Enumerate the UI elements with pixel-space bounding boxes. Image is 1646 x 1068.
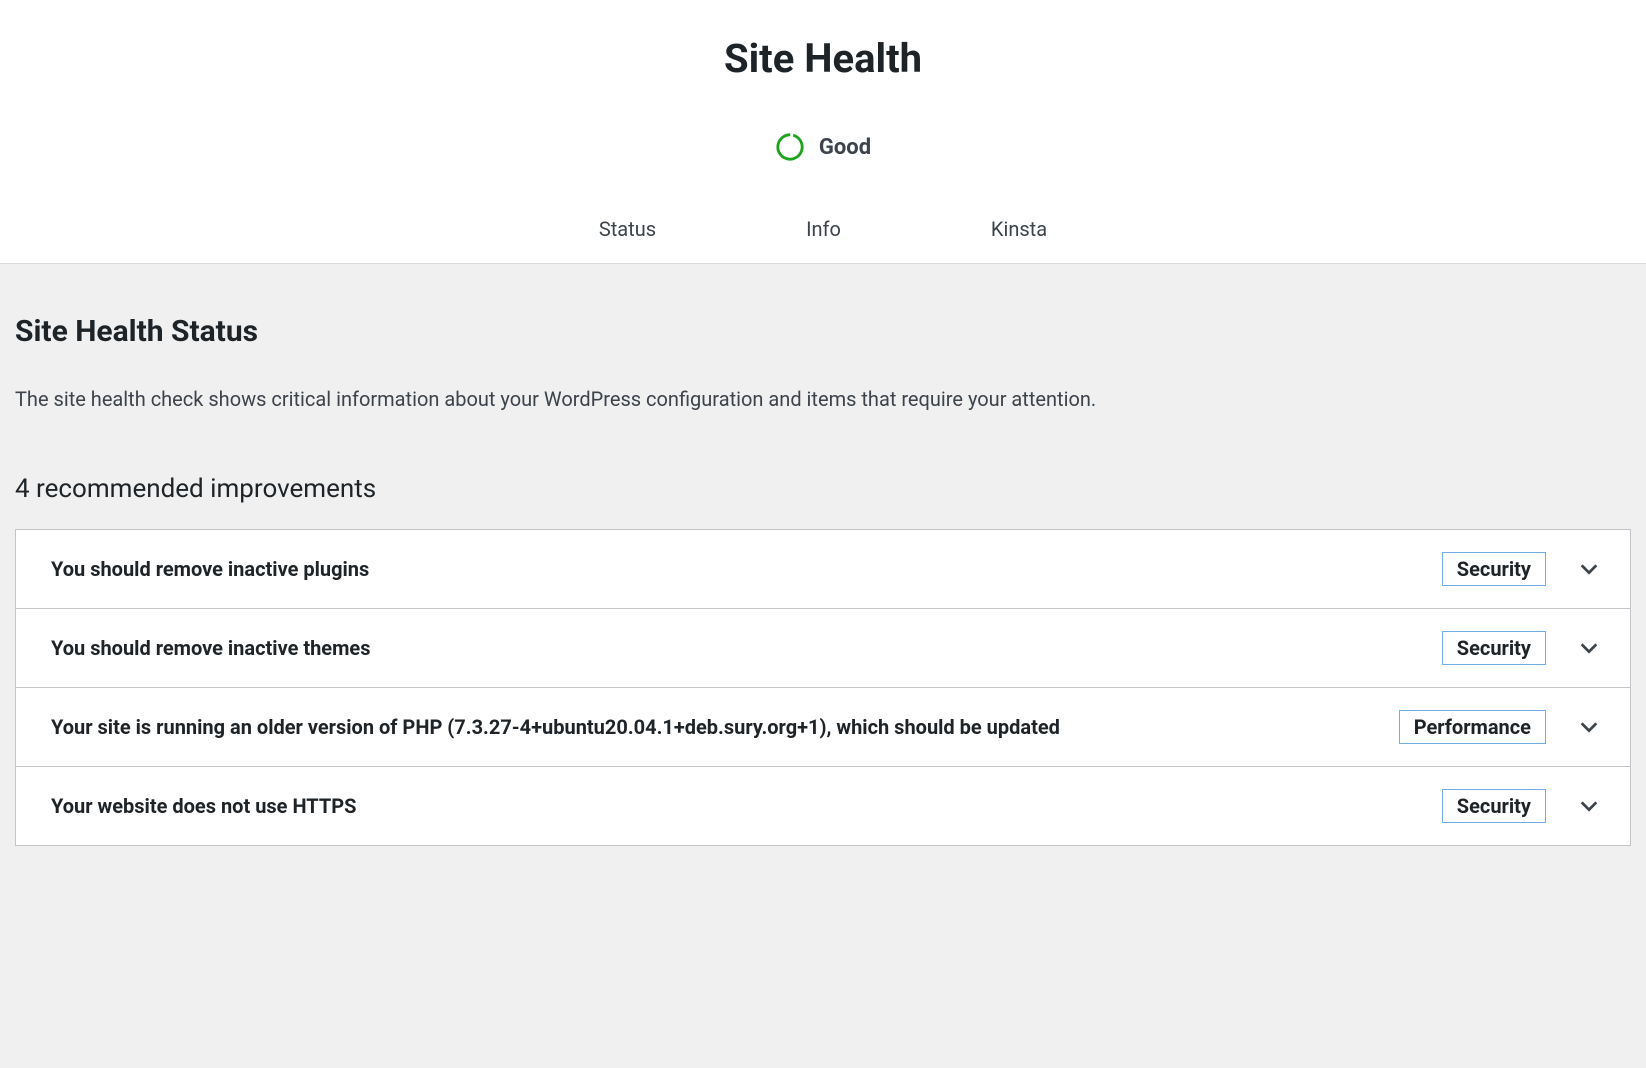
chevron-down-icon xyxy=(1578,558,1600,580)
chevron-down-icon xyxy=(1578,637,1600,659)
accordion-item[interactable]: Your website does not use HTTPS Security xyxy=(16,767,1630,845)
tab-info[interactable]: Info xyxy=(801,207,846,263)
header-section: Site Health Good Status Info Kinsta xyxy=(0,0,1646,264)
accordion-item[interactable]: You should remove inactive themes Securi… xyxy=(16,609,1630,688)
tabs: Status Info Kinsta xyxy=(20,207,1626,263)
tab-status[interactable]: Status xyxy=(594,207,661,263)
content: Site Health Status The site health check… xyxy=(0,264,1646,876)
chevron-down-icon xyxy=(1578,795,1600,817)
accordion: You should remove inactive plugins Secur… xyxy=(15,529,1631,846)
section-title: Site Health Status xyxy=(15,314,1631,349)
accordion-item-text: Your website does not use HTTPS xyxy=(51,792,1442,821)
badge-security: Security xyxy=(1442,631,1546,665)
section-description: The site health check shows critical inf… xyxy=(15,384,1631,414)
page-title: Site Health xyxy=(20,35,1626,82)
status-label: Good xyxy=(819,135,871,160)
accordion-item-text: You should remove inactive themes xyxy=(51,634,1442,663)
badge-security: Security xyxy=(1442,789,1546,823)
status-indicator: Good xyxy=(20,132,1626,162)
improvements-title: 4 recommended improvements xyxy=(15,474,1631,504)
chevron-down-icon xyxy=(1578,716,1600,738)
tab-kinsta[interactable]: Kinsta xyxy=(986,207,1052,263)
accordion-item-text: Your site is running an older version of… xyxy=(51,713,1399,742)
accordion-item[interactable]: Your site is running an older version of… xyxy=(16,688,1630,767)
badge-performance: Performance xyxy=(1399,710,1546,744)
status-circle-icon xyxy=(775,132,805,162)
accordion-item-text: You should remove inactive plugins xyxy=(51,555,1442,584)
badge-security: Security xyxy=(1442,552,1546,586)
accordion-item[interactable]: You should remove inactive plugins Secur… xyxy=(16,530,1630,609)
